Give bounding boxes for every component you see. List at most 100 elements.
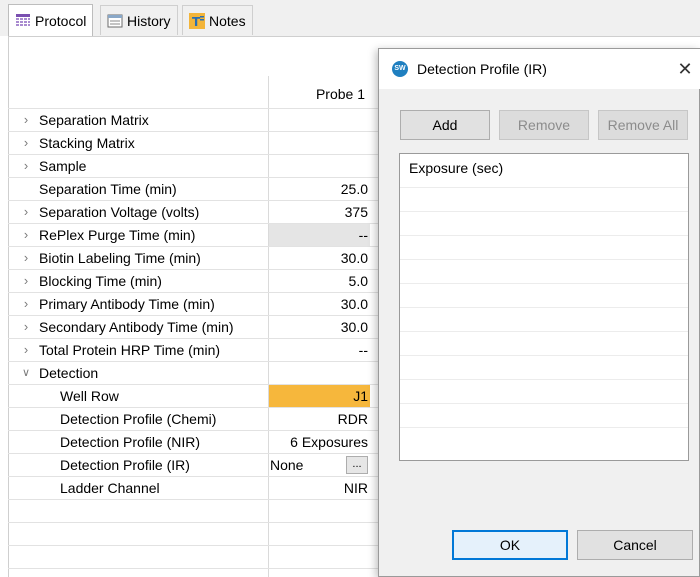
chevron-right-icon[interactable]: › [20,201,32,223]
empty-row [8,500,378,523]
table-row[interactable]: › Stacking Matrix [8,132,378,155]
tab-protocol-label: Protocol [35,12,87,29]
row-label: RePlex Purge Time (min) [39,227,196,243]
chevron-right-icon[interactable]: › [20,109,32,131]
chevron-right-icon[interactable]: › [20,247,32,269]
row-label: Stacking Matrix [39,135,135,151]
row-value[interactable] [269,362,370,384]
list-gridline [400,403,688,404]
dialog-titlebar: SW Detection Profile (IR) ✕ [379,49,700,89]
row-value[interactable] [269,109,370,131]
remove-button[interactable]: Remove [499,110,589,140]
table-row[interactable]: Well Row J1 [8,385,378,408]
grid-table-icon [15,13,31,29]
chevron-right-icon[interactable]: › [20,224,32,246]
table-row[interactable]: Detection Profile (IR) None... [8,454,378,477]
table-row[interactable]: › Primary Antibody Time (min) 30.0 [8,293,378,316]
close-icon[interactable]: ✕ [675,49,695,89]
history-log-icon [107,13,123,29]
row-label: Primary Antibody Time (min) [39,296,215,312]
row-value[interactable]: -- [269,224,370,246]
empty-row [8,546,378,569]
list-gridline [400,259,688,260]
tab-bar: Protocol History T Notes [0,0,700,36]
row-value[interactable]: 30.0 [269,293,370,315]
exposure-list-header: Exposure (sec) [409,160,504,176]
column-header-probe: Probe 1 [315,86,365,102]
row-label: Total Protein HRP Time (min) [39,342,221,358]
row-label: Separation Matrix [39,112,149,128]
browse-button[interactable]: ... [346,456,368,474]
add-button[interactable]: Add [400,110,490,140]
row-value[interactable]: NIR [269,477,370,499]
tab-notes-label: Notes [209,12,246,29]
row-label: Detection Profile (Chemi) [60,411,217,427]
row-value[interactable]: 30.0 [269,316,370,338]
row-label: Secondary Antibody Time (min) [39,319,234,335]
table-row[interactable]: › Secondary Antibody Time (min) 30.0 [8,316,378,339]
table-row[interactable]: Ladder Channel NIR [8,477,378,500]
table-row[interactable]: › Separation Matrix [8,109,378,132]
chevron-right-icon[interactable]: › [20,132,32,154]
list-gridline [400,283,688,284]
svg-text:T: T [192,15,201,29]
table-row[interactable]: Detection Profile (Chemi) RDR [8,408,378,431]
tab-protocol[interactable]: Protocol [8,4,94,36]
row-value[interactable] [269,155,370,177]
row-label: Separation Voltage (volts) [39,204,200,220]
row-label: Separation Time (min) [39,181,177,197]
ok-button[interactable]: OK [452,530,568,560]
row-value: None [270,457,304,473]
row-label: Biotin Labeling Time (min) [39,250,201,266]
table-row[interactable]: › Total Protein HRP Time (min) -- [8,339,378,362]
row-value[interactable]: 30.0 [269,247,370,269]
row-value[interactable]: RDR [269,408,370,430]
table-row[interactable]: › Sample [8,155,378,178]
row-value[interactable] [269,132,370,154]
chevron-right-icon[interactable]: › [20,155,32,177]
chevron-down-icon[interactable]: ∨ [20,362,32,384]
chevron-right-icon[interactable]: › [20,270,32,292]
table-row[interactable]: Detection Profile (NIR) 6 Exposures [8,431,378,454]
row-value[interactable]: -- [269,339,370,361]
list-gridline [400,187,688,188]
remove-all-button[interactable]: Remove All [598,110,688,140]
list-gridline [400,307,688,308]
row-label: Blocking Time (min) [39,273,162,289]
chevron-right-icon[interactable]: › [20,339,32,361]
notes-t-icon: T [189,12,205,29]
tab-history[interactable]: History [100,5,178,35]
table-row[interactable]: › Blocking Time (min) 5.0 [8,270,378,293]
app-logo-icon: SW [392,61,408,77]
table-row[interactable]: ∨ Detection [8,362,378,385]
chevron-right-icon[interactable]: › [20,316,32,338]
exposure-list[interactable]: Exposure (sec) [399,153,689,461]
list-gridline [400,427,688,428]
detection-profile-dialog: SW Detection Profile (IR) ✕ Add Remove R… [378,48,700,577]
chevron-right-icon[interactable]: › [20,293,32,315]
list-gridline [400,235,688,236]
list-gridline [400,355,688,356]
row-label: Detection Profile (NIR) [60,434,201,450]
table-row[interactable]: › Biotin Labeling Time (min) 30.0 [8,247,378,270]
cancel-button[interactable]: Cancel [577,530,693,560]
row-label: Detection [39,365,99,381]
row-value[interactable]: J1 [269,385,370,407]
row-value[interactable]: 6 Exposures [269,431,370,453]
row-label: Detection Profile (IR) [60,457,190,473]
list-gridline [400,379,688,380]
empty-row [8,523,378,546]
tab-history-label: History [127,12,171,29]
table-row[interactable]: › RePlex Purge Time (min) -- [8,224,378,247]
dialog-title: Detection Profile (IR) [417,61,547,77]
row-value[interactable]: 5.0 [269,270,370,292]
tab-notes[interactable]: T Notes [182,5,253,35]
table-row[interactable]: Separation Time (min) 25.0 [8,178,378,201]
row-value[interactable]: 25.0 [269,178,370,200]
row-label: Ladder Channel [60,480,160,496]
table-row[interactable]: › Separation Voltage (volts) 375 [8,201,378,224]
row-value[interactable]: 375 [269,201,370,223]
list-gridline [400,211,688,212]
list-gridline [400,331,688,332]
row-label: Well Row [60,388,119,404]
